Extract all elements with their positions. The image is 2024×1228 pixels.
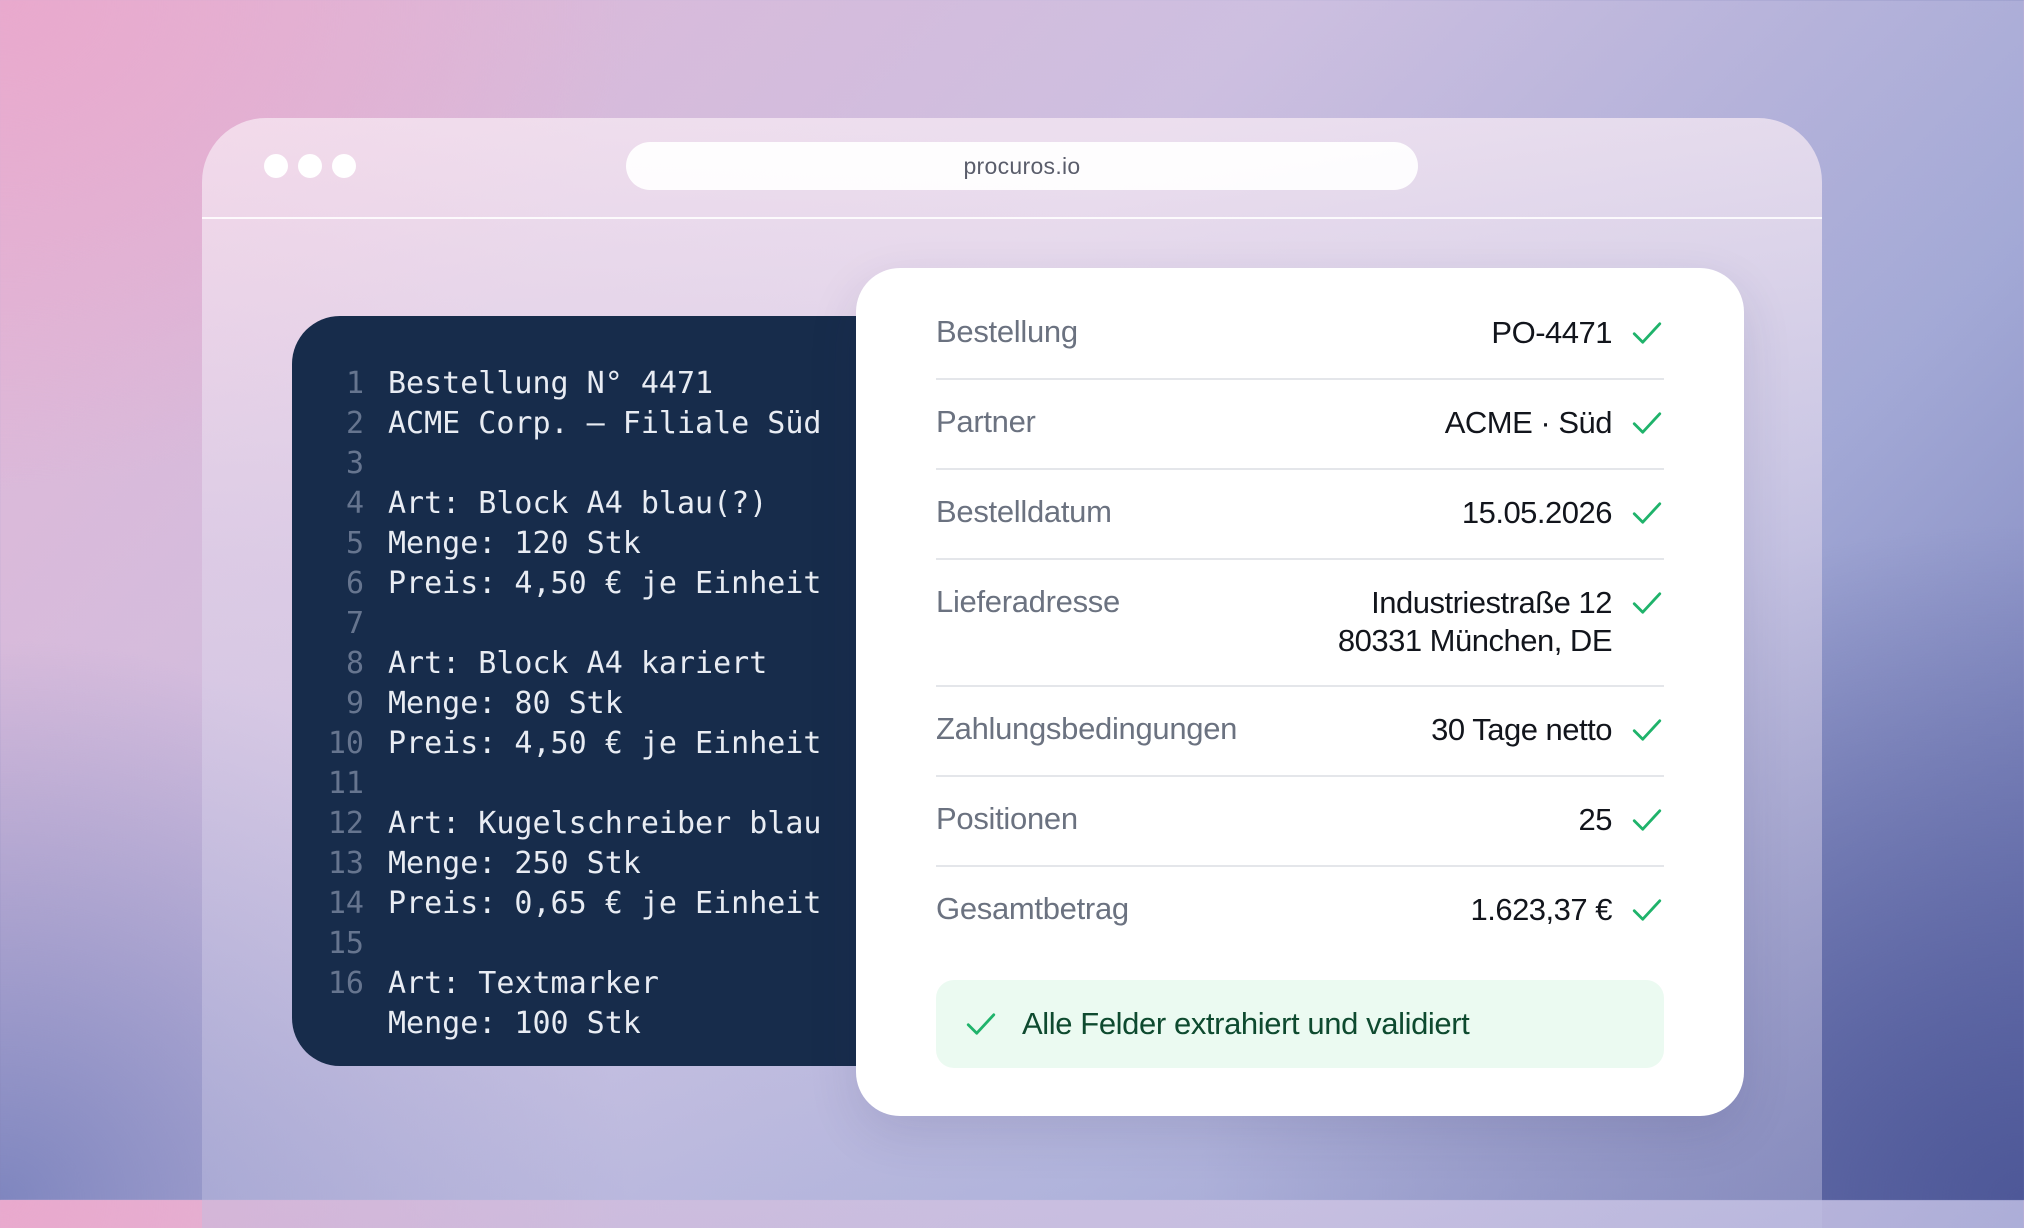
field-value: 1.623,37 € — [1470, 892, 1612, 927]
code-line: 14 Preis: 0,65 € je Einheit — [292, 884, 822, 924]
check-icon — [1632, 899, 1662, 921]
check-icon — [1632, 719, 1662, 741]
check-icon — [966, 1013, 996, 1035]
line-number: 3 — [345, 446, 364, 481]
field-label: Zahlungsbedingungen — [936, 711, 1238, 746]
field-value-group: PO-4471 — [1491, 314, 1664, 352]
line-number: 5 — [345, 526, 364, 561]
field-label: Bestellung — [936, 314, 1078, 349]
check-icon — [1632, 322, 1662, 344]
code-line: 10 Preis: 4,50 € je Einheit — [292, 724, 822, 764]
address-bar-url: procuros.io — [963, 152, 1081, 179]
validation-status-text: Alle Felder extrahiert und validiert — [1022, 1006, 1470, 1041]
line-number — [292, 1004, 364, 1044]
address-bar[interactable]: procuros.io — [626, 142, 1418, 190]
line-text: ACME Corp. — Filiale Süd — [388, 406, 822, 441]
code-line: 16 Art: Textmarker — [292, 964, 821, 1004]
line-number: 4 — [345, 486, 364, 521]
field-row: Zahlungsbedingungen 30 Tage netto — [936, 687, 1664, 777]
browser-titlebar: procuros.io — [202, 118, 1822, 219]
line-number: 10 — [327, 726, 364, 761]
extraction-card: Bestellung PO-4471 Partner ACME · Süd Bestel… — [856, 268, 1744, 1116]
raw-document-panel: 1 Bestellung N° 4471 2 ACME Corp. — Filiale… — [292, 316, 932, 1066]
line-number: 1 — [345, 366, 364, 401]
code-line: 3 — [292, 444, 821, 484]
field-label: Gesamtbetrag — [936, 891, 1129, 926]
line-text: Menge: 100 Stk — [388, 1006, 641, 1041]
line-number: 16 — [327, 966, 364, 1001]
line-number: 12 — [327, 806, 364, 841]
field-label: Positionen — [936, 801, 1078, 836]
line-text: Menge: 250 Stk — [388, 846, 641, 881]
line-text: Art: Block A4 blau(?) — [388, 486, 768, 521]
code-line: 12 Art: Kugelschreiber blau — [292, 804, 822, 844]
line-text: Art: Kugelschreiber blau — [388, 806, 822, 841]
field-value: 25 — [1578, 802, 1613, 837]
validation-status-banner: Alle Felder extrahiert und validiert — [936, 980, 1664, 1068]
line-text: Menge: 120 Stk — [388, 526, 641, 561]
line-number: 13 — [327, 846, 364, 881]
check-icon — [1632, 592, 1662, 614]
field-value: PO-4471 — [1491, 315, 1612, 350]
line-text: Preis: 4,50 € je Einheit — [388, 726, 822, 761]
field-value: 15.05.2026 — [1461, 495, 1613, 530]
check-icon — [1632, 809, 1662, 831]
code-line: 5 Menge: 120 Stk — [292, 524, 821, 564]
line-number: 14 — [327, 886, 364, 921]
code-line: 9 Menge: 80 Stk — [292, 684, 821, 724]
code-line: 4 Art: Block A4 blau(?) — [292, 484, 821, 524]
code-line: 13 Menge: 250 Stk — [292, 844, 821, 884]
code-line: Menge: 100 Stk — [292, 1004, 821, 1044]
extracted-fields-list: Bestellung PO-4471 Partner ACME · Süd Bestel… — [936, 268, 1664, 957]
field-value-group: 15.05.2026 — [1462, 494, 1664, 532]
window-dot-minimize[interactable] — [298, 154, 322, 178]
field-row: Partner ACME · Süd — [936, 380, 1664, 470]
line-text: Art: Textmarker — [388, 966, 659, 1001]
window-controls — [264, 154, 356, 178]
field-value-group: Industriestraße 12 80331 München, DE — [1338, 584, 1664, 660]
line-text: Preis: 4,50 € je Einheit — [388, 566, 822, 601]
window-dot-maximize[interactable] — [332, 154, 356, 178]
line-number: 8 — [345, 646, 364, 681]
field-value-group: 1.623,37 € — [1470, 891, 1664, 929]
line-number: 7 — [345, 606, 364, 641]
code-line: 11 — [292, 764, 821, 804]
field-row: Gesamtbetrag 1.623,37 € — [936, 867, 1664, 957]
field-value: Industriestraße 12 80331 München, DE — [1337, 585, 1613, 658]
code-line: 7 — [292, 604, 821, 644]
code-line: 1 Bestellung N° 4471 — [292, 364, 821, 404]
line-text: Preis: 0,65 € je Einheit — [388, 886, 822, 921]
field-label: Bestelldatum — [936, 494, 1112, 529]
field-label: Partner — [936, 404, 1036, 439]
field-row: Positionen 25 — [936, 777, 1664, 867]
window-dot-close[interactable] — [264, 154, 288, 178]
raw-document-lines: 1 Bestellung N° 4471 2 ACME Corp. — Filiale… — [292, 364, 822, 1044]
line-text: Art: Block A4 kariert — [388, 646, 768, 681]
line-text: Menge: 80 Stk — [388, 686, 623, 721]
line-number: 9 — [345, 686, 364, 721]
field-row: Bestellung PO-4471 — [936, 268, 1664, 380]
line-number: 15 — [327, 926, 364, 961]
code-line: 2 ACME Corp. — Filiale Süd — [292, 404, 822, 444]
line-number: 6 — [345, 566, 364, 601]
field-row: Bestelldatum 15.05.2026 — [936, 470, 1664, 560]
line-text: Bestellung N° 4471 — [388, 366, 714, 401]
field-value-group: 30 Tage netto — [1431, 711, 1664, 749]
field-value-group: 25 — [1579, 801, 1664, 839]
line-number: 11 — [327, 766, 364, 801]
field-label: Lieferadresse — [936, 584, 1120, 619]
line-number: 2 — [345, 406, 364, 441]
code-line: 8 Art: Block A4 kariert — [292, 644, 821, 684]
check-icon — [1632, 412, 1662, 434]
code-line: 15 — [292, 924, 821, 964]
field-value: 30 Tage netto — [1431, 712, 1612, 747]
field-row: Lieferadresse Industriestraße 12 80331 Mü… — [936, 560, 1664, 687]
code-line: 6 Preis: 4,50 € je Einheit — [292, 564, 822, 604]
check-icon — [1632, 502, 1662, 524]
field-value: ACME · Süd — [1444, 405, 1613, 440]
field-value-group: ACME · Süd — [1445, 404, 1664, 442]
